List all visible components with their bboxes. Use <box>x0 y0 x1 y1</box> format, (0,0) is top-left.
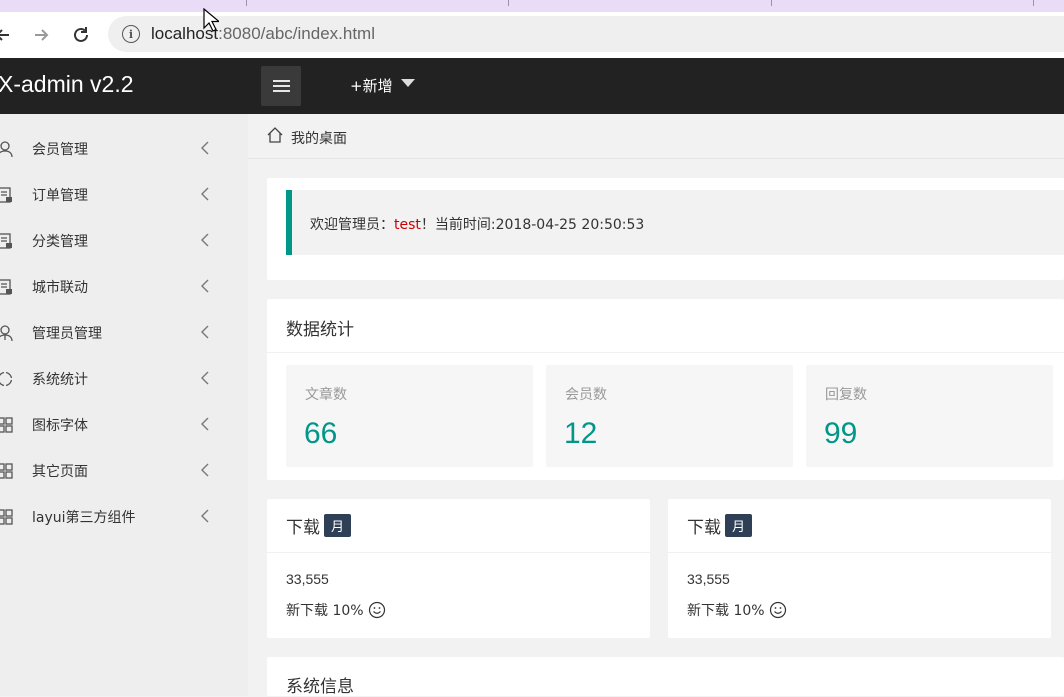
sidebar-item[interactable]: 会员管理 <box>0 126 248 172</box>
hamburger-line <box>272 90 290 92</box>
stats-title: 数据统计 <box>286 320 354 340</box>
menu-toggle-button[interactable] <box>261 66 301 106</box>
chevron-left-icon <box>200 462 210 481</box>
sidebar-item-label: 其它页面 <box>32 464 88 480</box>
period-badge: 月 <box>324 514 352 537</box>
sidebar-item-label: 会员管理 <box>32 142 88 158</box>
arrow-left-icon <box>0 29 9 41</box>
download-count: 33,555 <box>687 571 730 587</box>
download-card: 下载 月 33,555 新下载 10% <box>668 499 1051 638</box>
stat-members[interactable]: 会员数 12 <box>546 365 793 467</box>
download-card-title: 下载 月 <box>286 513 352 538</box>
sidebar-item-label: 管理员管理 <box>32 326 102 342</box>
url-text[interactable]: localhost:8080/abc/index.html <box>151 24 375 44</box>
chevron-left-icon <box>200 140 210 159</box>
sidebar-item[interactable]: 分类管理 <box>0 218 248 264</box>
stats-icon <box>0 371 13 387</box>
sidebar-item[interactable]: 其它页面 <box>0 448 248 494</box>
tab-separator <box>1033 0 1034 6</box>
app-header <box>0 58 1064 114</box>
add-new-dropdown[interactable]: +新增 <box>350 75 415 96</box>
grid-icon <box>0 417 13 433</box>
system-info-card: 系统信息 <box>267 657 1064 697</box>
back-button[interactable] <box>0 20 18 50</box>
stat-articles[interactable]: 文章数 66 <box>286 365 533 467</box>
caret-down-icon <box>400 78 415 87</box>
mouse-cursor-icon <box>203 8 219 32</box>
category-icon <box>0 233 12 249</box>
sidebar-item-label: 订单管理 <box>32 188 88 204</box>
chevron-left-icon <box>200 416 210 435</box>
user-icon <box>0 141 13 158</box>
welcome-text: 欢迎管理员：test！当前时间:2018-04-25 20:50:53 <box>310 214 644 234</box>
browser-tab-strip <box>0 0 1064 12</box>
city-icon <box>0 279 12 295</box>
order-icon <box>0 187 12 203</box>
reload-button[interactable] <box>66 20 96 50</box>
grid-icon <box>0 463 13 479</box>
chevron-left-icon <box>200 232 210 251</box>
stat-replies[interactable]: 回复数 99 <box>806 365 1053 467</box>
chevron-left-icon <box>200 508 210 527</box>
arrow-right-icon <box>35 29 49 41</box>
hamburger-icon <box>272 80 290 82</box>
period-badge: 月 <box>725 514 753 537</box>
sidebar-item[interactable]: 图标字体 <box>0 402 248 448</box>
stat-value: 99 <box>824 417 858 450</box>
breadcrumb-item[interactable]: 我的桌面 <box>291 128 347 148</box>
card-divider <box>267 552 650 553</box>
stat-label: 回复数 <box>825 387 867 403</box>
welcome-prefix: 欢迎管理员： <box>310 217 394 233</box>
stat-label: 文章数 <box>305 387 347 403</box>
stat-value: 12 <box>564 417 598 450</box>
download-card-title: 下载 月 <box>687 513 753 538</box>
sidebar-item[interactable]: 城市联动 <box>0 264 248 310</box>
sidebar-item-label: 系统统计 <box>32 372 88 388</box>
download-growth-label: 新下载 10% <box>286 603 364 619</box>
smile-icon <box>769 601 786 619</box>
card-divider <box>668 552 1051 553</box>
forward-button[interactable] <box>26 20 56 50</box>
chevron-left-icon <box>200 324 210 343</box>
tab-separator <box>771 0 772 6</box>
download-growth: 新下载 10% <box>286 600 386 620</box>
stat-label: 会员数 <box>565 387 607 403</box>
download-title: 下载 <box>687 518 721 538</box>
chevron-left-icon <box>200 186 210 205</box>
tab-separator <box>246 0 247 6</box>
chevron-left-icon <box>200 370 210 389</box>
reload-icon <box>74 27 88 42</box>
breadcrumb <box>248 114 1064 159</box>
sidebar-item-label: layui第三方组件 <box>32 510 136 526</box>
grid-icon <box>0 509 13 525</box>
tab-separator <box>508 0 509 6</box>
add-new-label: +新增 <box>350 77 393 95</box>
stat-value: 66 <box>304 417 338 450</box>
sidebar-item[interactable]: 系统统计 <box>0 356 248 402</box>
info-icon[interactable]: i <box>122 25 140 43</box>
card-divider <box>267 352 1064 353</box>
hamburger-line <box>272 85 290 87</box>
home-icon[interactable] <box>266 127 284 143</box>
sidebar-item[interactable]: 订单管理 <box>0 172 248 218</box>
chevron-left-icon <box>200 278 210 297</box>
download-count: 33,555 <box>286 571 329 587</box>
url-path: :8080/abc/index.html <box>218 24 375 43</box>
download-growth: 新下载 10% <box>687 600 787 620</box>
download-growth-label: 新下载 10% <box>687 603 765 619</box>
download-card: 下载 月 33,555 新下载 10% <box>267 499 650 638</box>
sidebar-item[interactable]: layui第三方组件 <box>0 494 248 540</box>
sidebar-item[interactable]: 管理员管理 <box>0 310 248 356</box>
admin-icon <box>0 325 13 342</box>
sidebar-item-label: 分类管理 <box>32 234 88 250</box>
smile-icon <box>368 601 385 619</box>
app-logo: X-admin v2.2 <box>0 71 134 97</box>
sidebar-item-label: 图标字体 <box>32 418 88 434</box>
welcome-user: test <box>394 217 421 233</box>
welcome-time: ！当前时间:2018-04-25 20:50:53 <box>420 217 645 233</box>
system-info-title: 系统信息 <box>286 677 354 697</box>
download-title: 下载 <box>286 518 320 538</box>
sidebar-item-label: 城市联动 <box>32 280 88 296</box>
